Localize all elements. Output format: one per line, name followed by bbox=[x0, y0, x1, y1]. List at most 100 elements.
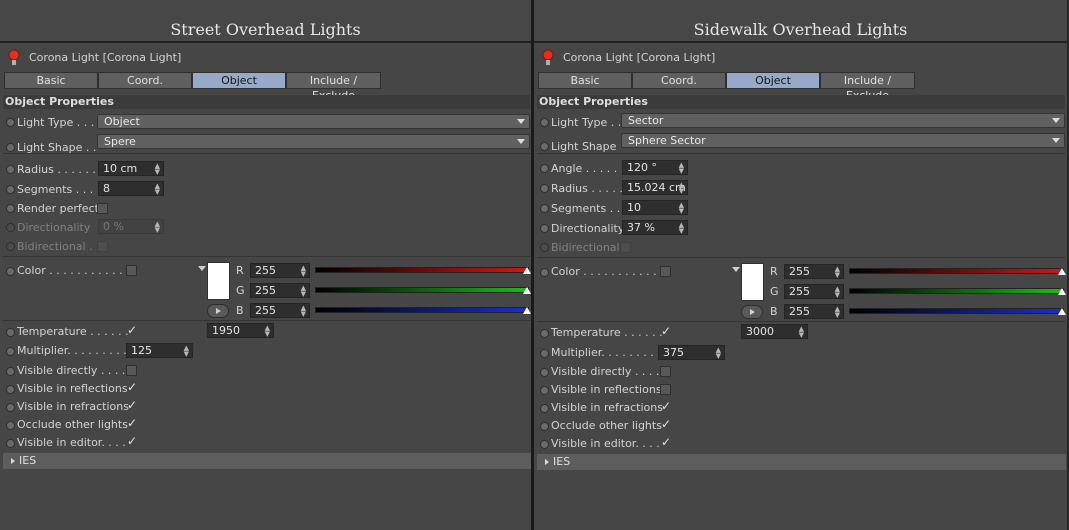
anim-radio[interactable] bbox=[540, 422, 549, 431]
channel-b-slider[interactable] bbox=[315, 307, 529, 313]
anim-radio[interactable] bbox=[6, 223, 15, 232]
spinner-icon[interactable]: ▲ ▼ bbox=[835, 306, 840, 319]
visibility-checkbox[interactable] bbox=[126, 365, 137, 376]
spinner-icon[interactable]: ▲ ▼ bbox=[716, 347, 721, 360]
anim-radio[interactable] bbox=[540, 204, 549, 213]
param-number-field[interactable]: 8 ▲ ▼ bbox=[98, 181, 164, 196]
anim-radio[interactable] bbox=[540, 118, 549, 127]
param-number-field[interactable]: 10 cm ▲ ▼ bbox=[98, 161, 164, 176]
light-type-dropdown[interactable]: Object bbox=[97, 114, 530, 129]
param-number-field[interactable]: 10 ▲ ▼ bbox=[622, 200, 688, 215]
anim-radio[interactable] bbox=[6, 143, 15, 152]
anim-radio[interactable] bbox=[6, 421, 15, 430]
tab-include-exclude[interactable]: Include / Exclude bbox=[820, 72, 915, 102]
checkmark-icon[interactable]: ✓ bbox=[661, 436, 671, 448]
tab-object[interactable]: Object bbox=[192, 72, 286, 89]
spinner-icon[interactable]: ▲ ▼ bbox=[301, 265, 306, 278]
param-checkbox[interactable] bbox=[620, 242, 631, 253]
channel-r-field[interactable]: 255 ▲ ▼ bbox=[250, 263, 310, 278]
ies-group[interactable]: IES bbox=[537, 454, 1066, 470]
anim-radio[interactable] bbox=[6, 185, 15, 194]
spinner-icon[interactable]: ▲ ▼ bbox=[301, 305, 306, 318]
chevron-down-icon[interactable] bbox=[732, 267, 740, 272]
checkmark-icon[interactable]: ✓ bbox=[127, 324, 137, 336]
tab-coord[interactable]: Coord. bbox=[632, 72, 726, 89]
color-swatch[interactable] bbox=[207, 262, 230, 300]
anim-radio[interactable] bbox=[540, 243, 549, 252]
channel-g-field[interactable]: 255 ▲ ▼ bbox=[250, 283, 310, 298]
anim-radio[interactable] bbox=[6, 347, 15, 356]
color-checkbox[interactable] bbox=[126, 265, 137, 276]
param-checkbox[interactable] bbox=[97, 241, 108, 252]
anim-radio[interactable] bbox=[6, 267, 15, 276]
param-number-field[interactable]: 15.024 cm ▲ ▼ bbox=[622, 180, 688, 195]
color-swatch[interactable] bbox=[741, 263, 764, 301]
channel-r-slider[interactable] bbox=[849, 268, 1064, 274]
channel-r-slider[interactable] bbox=[315, 267, 529, 273]
channel-r-field[interactable]: 255 ▲ ▼ bbox=[784, 264, 844, 279]
visibility-checkbox[interactable] bbox=[660, 366, 671, 377]
param-number-field[interactable]: 120 ° ▲ ▼ bbox=[622, 160, 688, 175]
spinner-icon[interactable]: ▲ ▼ bbox=[301, 285, 306, 298]
spinner-icon[interactable]: ▲ ▼ bbox=[835, 266, 840, 279]
color-checkbox[interactable] bbox=[660, 266, 671, 277]
slider-handle[interactable] bbox=[1058, 288, 1066, 295]
channel-b-slider[interactable] bbox=[849, 308, 1064, 314]
tab-object[interactable]: Object bbox=[726, 72, 820, 89]
chevron-down-icon[interactable] bbox=[198, 266, 206, 271]
anim-radio[interactable] bbox=[6, 328, 15, 337]
tab-basic[interactable]: Basic bbox=[538, 72, 632, 89]
slider-handle[interactable] bbox=[523, 287, 531, 294]
anim-radio[interactable] bbox=[6, 403, 15, 412]
param-number-field[interactable]: 37 % ▲ ▼ bbox=[622, 220, 688, 235]
light-shape-dropdown[interactable]: Sphere Sector bbox=[621, 133, 1065, 148]
tab-include-exclude[interactable]: Include / Exclude bbox=[286, 72, 381, 102]
temperature-field[interactable]: 3000 ▲ ▼ bbox=[741, 324, 808, 339]
anim-radio[interactable] bbox=[6, 367, 15, 376]
visibility-checkbox[interactable] bbox=[660, 384, 671, 395]
anim-radio[interactable] bbox=[6, 165, 15, 174]
checkmark-icon[interactable]: ✓ bbox=[127, 417, 137, 429]
checkmark-icon[interactable]: ✓ bbox=[661, 400, 671, 412]
anim-radio[interactable] bbox=[540, 329, 549, 338]
spinner-icon[interactable]: ▲ ▼ bbox=[799, 326, 804, 339]
checkmark-icon[interactable]: ✓ bbox=[661, 325, 671, 337]
anim-radio[interactable] bbox=[6, 385, 15, 394]
anim-radio[interactable] bbox=[540, 164, 549, 173]
anim-radio[interactable] bbox=[540, 268, 549, 277]
anim-radio[interactable] bbox=[6, 118, 15, 127]
checkmark-icon[interactable]: ✓ bbox=[127, 435, 137, 447]
anim-radio[interactable] bbox=[540, 404, 549, 413]
slider-handle[interactable] bbox=[1058, 308, 1066, 315]
anim-radio[interactable] bbox=[540, 349, 549, 358]
light-shape-dropdown[interactable]: Spere bbox=[97, 134, 530, 149]
anim-radio[interactable] bbox=[540, 368, 549, 377]
anim-radio[interactable] bbox=[540, 440, 549, 449]
spinner-icon[interactable]: ▲ ▼ bbox=[835, 286, 840, 299]
spinner-icon[interactable]: ▲ ▼ bbox=[155, 221, 160, 234]
spinner-icon[interactable]: ▲ ▼ bbox=[679, 162, 684, 175]
color-mode-button[interactable] bbox=[207, 304, 229, 318]
spinner-icon[interactable]: ▲ ▼ bbox=[679, 202, 684, 215]
channel-g-slider[interactable] bbox=[315, 287, 529, 293]
param-number-field[interactable]: 0 % ▲ ▼ bbox=[98, 219, 164, 234]
slider-handle[interactable] bbox=[523, 307, 531, 314]
channel-g-field[interactable]: 255 ▲ ▼ bbox=[784, 284, 844, 299]
tab-coord[interactable]: Coord. bbox=[98, 72, 192, 89]
tab-basic[interactable]: Basic bbox=[4, 72, 98, 89]
channel-g-slider[interactable] bbox=[849, 288, 1064, 294]
spinner-icon[interactable]: ▲ ▼ bbox=[265, 325, 270, 338]
anim-radio[interactable] bbox=[540, 142, 549, 151]
spinner-icon[interactable]: ▲ ▼ bbox=[155, 183, 160, 196]
color-mode-button[interactable] bbox=[741, 305, 763, 319]
multiplier-field[interactable]: 125 ▲ ▼ bbox=[126, 343, 193, 358]
anim-radio[interactable] bbox=[6, 242, 15, 251]
anim-radio[interactable] bbox=[6, 439, 15, 448]
spinner-icon[interactable]: ▲ ▼ bbox=[679, 222, 684, 235]
spinner-icon[interactable]: ▲ ▼ bbox=[184, 345, 189, 358]
channel-b-field[interactable]: 255 ▲ ▼ bbox=[250, 303, 310, 318]
checkmark-icon[interactable]: ✓ bbox=[127, 381, 137, 393]
anim-radio[interactable] bbox=[6, 204, 15, 213]
param-checkbox[interactable] bbox=[97, 203, 108, 214]
channel-b-field[interactable]: 255 ▲ ▼ bbox=[784, 304, 844, 319]
